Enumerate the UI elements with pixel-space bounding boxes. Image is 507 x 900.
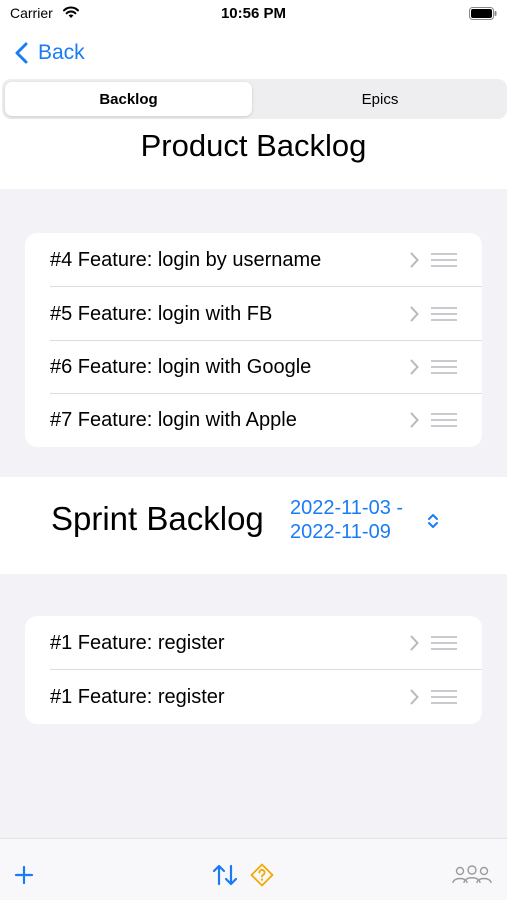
tab-epics[interactable]: Epics	[256, 82, 504, 116]
battery-icon	[469, 7, 497, 20]
segmented-control: Backlog Epics	[2, 79, 507, 119]
plus-icon[interactable]	[14, 865, 34, 885]
back-button[interactable]: Back	[14, 37, 85, 69]
help-diamond-icon[interactable]	[250, 863, 274, 887]
backlog-item-label: #7 Feature: login with Apple	[50, 408, 297, 431]
backlog-row[interactable]: #5 Feature: login with FB	[25, 287, 482, 341]
sprint-backlog-section: #1 Feature: register #1 Feature: registe…	[0, 574, 507, 838]
chevron-right-icon	[410, 306, 419, 322]
sprint-backlog-list: #1 Feature: register #1 Feature: registe…	[25, 616, 482, 724]
backlog-item-label: #4 Feature: login by username	[50, 248, 322, 271]
chevron-right-icon	[410, 252, 419, 268]
sprint-date-end: 2022-11-09	[290, 521, 391, 543]
sort-icon[interactable]	[212, 863, 238, 887]
product-backlog-list: #4 Feature: login by username #5 Feature…	[25, 233, 482, 447]
backlog-row[interactable]: #6 Feature: login with Google	[25, 340, 482, 394]
sprint-item-label: #1 Feature: register	[50, 631, 225, 654]
drag-handle-icon[interactable]	[431, 360, 457, 374]
backlog-row[interactable]: #4 Feature: login by username	[25, 233, 482, 287]
chevron-left-icon	[15, 42, 28, 64]
chevron-right-icon	[410, 635, 419, 651]
chevron-right-icon	[410, 412, 419, 428]
people-icon[interactable]	[452, 865, 492, 885]
sprint-backlog-title: Sprint Backlog	[51, 500, 264, 537]
chevron-right-icon	[410, 359, 419, 375]
sprint-row[interactable]: #1 Feature: register	[25, 616, 482, 670]
product-backlog-title: Product Backlog	[140, 128, 367, 163]
backlog-item-label: #5 Feature: login with FB	[50, 302, 273, 325]
sprint-date-start: 2022-11-03 -	[290, 497, 404, 519]
sprint-date-picker[interactable]: 2022-11-03 - 2022-11-09	[290, 496, 403, 544]
backlog-item-label: #6 Feature: login with Google	[50, 355, 312, 378]
sprint-item-label: #1 Feature: register	[50, 685, 225, 708]
product-backlog-section: #4 Feature: login by username #5 Feature…	[0, 189, 507, 477]
drag-handle-icon[interactable]	[431, 690, 457, 704]
bottom-toolbar	[0, 838, 507, 900]
drag-handle-icon[interactable]	[431, 253, 457, 267]
chevron-right-icon	[410, 689, 419, 705]
sprint-row[interactable]: #1 Feature: register	[25, 670, 482, 724]
drag-handle-icon[interactable]	[431, 636, 457, 650]
back-label: Back	[38, 41, 85, 64]
tab-backlog[interactable]: Backlog	[5, 82, 252, 116]
status-time: 10:56 PM	[220, 5, 287, 22]
chevron-up-down-icon[interactable]	[427, 513, 439, 529]
backlog-row[interactable]: #7 Feature: login with Apple	[25, 393, 482, 447]
status-bar: Carrier 10:56 PM	[0, 0, 507, 28]
drag-handle-icon[interactable]	[431, 413, 457, 427]
drag-handle-icon[interactable]	[431, 307, 457, 321]
